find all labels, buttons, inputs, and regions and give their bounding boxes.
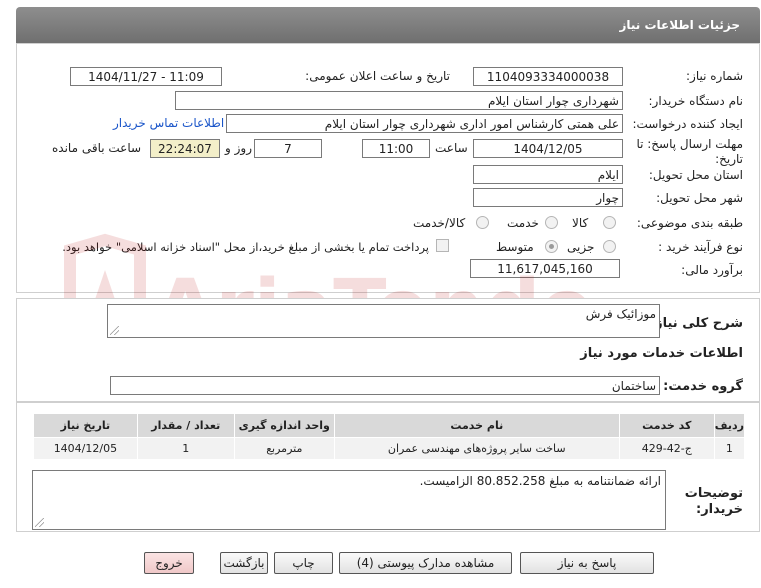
announce-field: 1404/11/27 - 11:09	[70, 67, 222, 86]
col-unit: واحد اندازه گیری	[233, 413, 335, 438]
col-need-date: تاریخ نیاز	[33, 413, 138, 438]
cell-quantity: 1	[136, 437, 235, 460]
deadline-time-field: 11:00	[362, 139, 430, 158]
payment-note: پرداخت تمام یا بخشی از مبلغ خرید،از محل …	[62, 240, 429, 254]
category-option-service: خدمت	[507, 216, 539, 230]
purchase-option-minor: جزیی	[567, 240, 595, 254]
page-title-bar: جزئیات اطلاعات نیاز	[16, 7, 760, 43]
category-radio-goods-service[interactable]	[476, 216, 489, 229]
services-section-title: اطلاعات خدمات مورد نیاز	[580, 346, 743, 361]
category-option-goods-service: کالا/خدمت	[413, 216, 466, 230]
description-label: شرح کلی نیاز:	[649, 316, 743, 331]
buyer-notes-text: ارائه ضمانتنامه به مبلغ 80.852.258 الزام…	[419, 474, 661, 488]
need-number-field: 1104093334000038	[473, 67, 623, 86]
purchase-option-medium: متوسط	[496, 240, 534, 254]
estimate-field: 11,617,045,160	[470, 259, 620, 278]
buyer-org-field: شهرداری چوار استان ایلام	[175, 91, 623, 110]
col-service-name: نام خدمت	[333, 413, 620, 438]
service-group-label: گروه خدمت:	[663, 379, 743, 394]
col-row-number: ردیف	[713, 413, 746, 438]
province-field: ایلام	[473, 165, 623, 184]
exit-button[interactable]: خروج	[144, 552, 194, 574]
category-radio-goods[interactable]	[603, 216, 616, 229]
purchase-type-label: نوع فرآیند خرید :	[658, 240, 743, 254]
days-label: روز و	[225, 141, 252, 155]
services-table-header-row: ردیف کد خدمت نام خدمت واحد اندازه گیری ت…	[33, 413, 746, 438]
description-text: موزائیک فرش	[585, 307, 656, 321]
cell-unit: مترمربع	[233, 437, 335, 460]
deadline-label: مهلت ارسال پاسخ: تا تاریخ:	[633, 137, 743, 167]
reply-button[interactable]: پاسخ به نیاز	[520, 552, 654, 574]
requester-field: علی همتی کارشناس امور اداری شهرداری چوار…	[226, 114, 623, 133]
category-label: طبقه بندی موضوعی:	[636, 216, 743, 230]
buyer-notes-label-text: توضیحات خریدار:	[684, 486, 743, 517]
cell-row-number: 1	[713, 437, 746, 460]
province-label: استان محل تحویل:	[648, 168, 743, 182]
city-field: چوار	[473, 188, 623, 207]
page-title: جزئیات اطلاعات نیاز	[619, 18, 740, 32]
days-field: 7	[254, 139, 322, 158]
cell-service-code: ج-42-429	[618, 437, 715, 460]
back-button[interactable]: بازگشت	[220, 552, 268, 574]
requester-label: ایجاد کننده درخواست:	[632, 117, 743, 131]
attachments-button[interactable]: مشاهده مدارک پیوستی (4)	[339, 552, 512, 574]
remaining-time-field: 22:24:07	[150, 139, 220, 158]
city-label: شهر محل تحویل:	[656, 191, 743, 205]
treasury-checkbox[interactable]	[436, 239, 449, 252]
services-table-wrapper: ردیف کد خدمت نام خدمت واحد اندازه گیری ت…	[33, 413, 746, 460]
description-textarea[interactable]: موزائیک فرش	[107, 304, 660, 338]
buyer-notes-resize-handle[interactable]	[35, 518, 44, 527]
purchase-radio-minor[interactable]	[603, 240, 616, 253]
category-radio-service[interactable]	[545, 216, 558, 229]
table-row: 1 ج-42-429 ساخت سایر پروژه‌های مهندسی عم…	[33, 437, 746, 460]
print-button[interactable]: چاپ	[274, 552, 333, 574]
estimate-label: برآورد مالی:	[681, 263, 743, 277]
category-option-goods: کالا	[572, 216, 589, 230]
remaining-label: ساعت باقی مانده	[52, 141, 142, 155]
deadline-label-text: مهلت ارسال پاسخ: تا تاریخ:	[636, 137, 743, 166]
buyer-notes-label: توضیحات خریدار:	[673, 486, 743, 518]
time-label: ساعت	[435, 141, 468, 155]
purchase-radio-medium[interactable]	[545, 240, 558, 253]
cell-service-name: ساخت سایر پروژه‌های مهندسی عمران	[333, 437, 620, 460]
deadline-date-field: 1404/12/05	[473, 139, 623, 158]
buyer-notes-textarea[interactable]: ارائه ضمانتنامه به مبلغ 80.852.258 الزام…	[32, 470, 666, 530]
contact-buyer-link[interactable]: اطلاعات تماس خریدار	[113, 116, 224, 130]
need-number-label: شماره نیاز:	[686, 69, 743, 83]
col-quantity: تعداد / مقدار	[136, 413, 235, 438]
announce-label: تاریخ و ساعت اعلان عمومی:	[305, 69, 450, 83]
description-resize-handle[interactable]	[110, 326, 119, 335]
cell-need-date: 1404/12/05	[33, 437, 138, 460]
buyer-org-label: نام دستگاه خریدار:	[648, 94, 744, 108]
services-table: ردیف کد خدمت نام خدمت واحد اندازه گیری ت…	[33, 413, 746, 460]
service-group-field: ساختمان	[110, 376, 660, 395]
col-service-code: کد خدمت	[618, 413, 715, 438]
